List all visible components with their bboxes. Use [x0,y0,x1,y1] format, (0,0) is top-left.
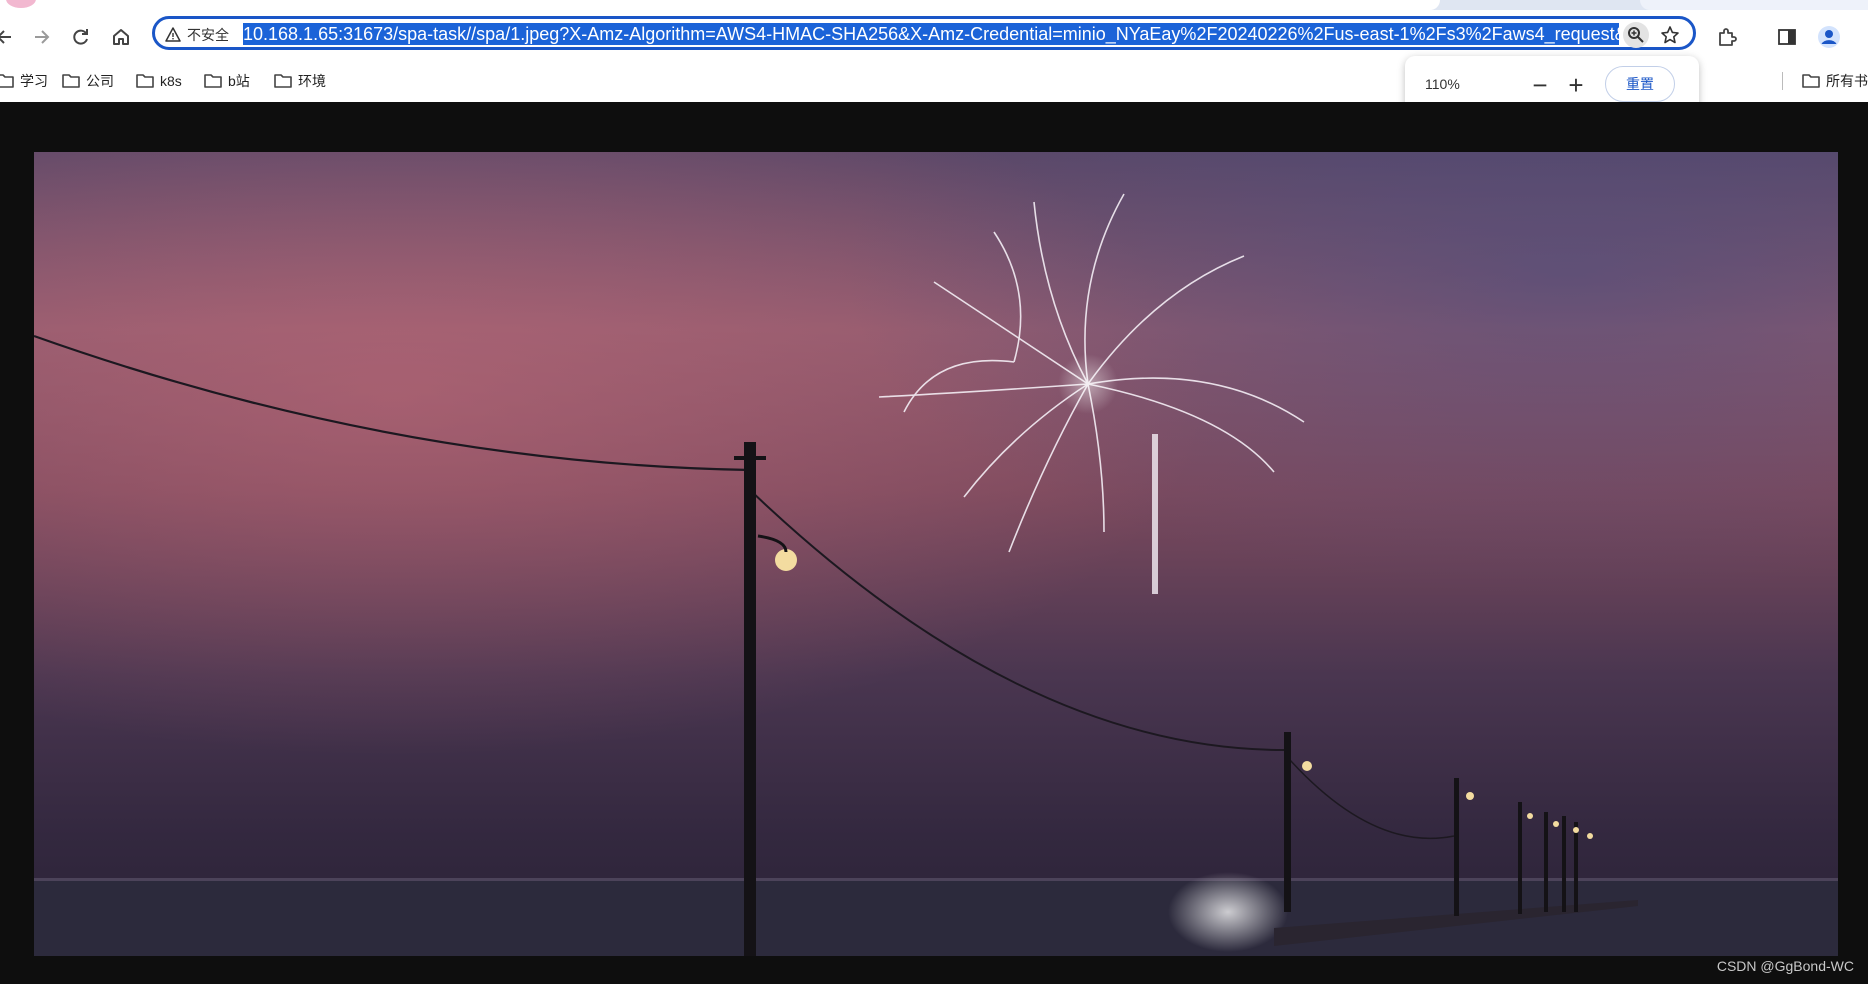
extensions-button[interactable] [1712,22,1742,52]
folder-icon [136,74,154,88]
zoom-in-button[interactable]: + [1561,70,1591,100]
bookmark-folder-4[interactable]: b站 [204,70,250,92]
avatar-icon [1818,26,1840,48]
bookmark-folder-5[interactable]: 环境 [274,70,326,92]
bookmark-label: b站 [228,73,250,89]
minus-icon: − [1532,69,1548,100]
zoom-indicator-button[interactable] [1623,22,1649,48]
home-button[interactable] [106,22,136,52]
arrow-right-icon [35,30,50,44]
active-tab[interactable] [0,0,1440,10]
bookmark-label: 所有书 [1826,73,1868,89]
folder-icon [0,74,14,88]
plus-icon: + [1568,69,1584,100]
inactive-tab[interactable] [1640,0,1868,10]
water-sparkle [1168,872,1288,952]
bookmarks-divider [1782,72,1783,90]
zoom-level: 110% [1425,76,1460,92]
side-panel-button[interactable] [1772,22,1802,52]
lamp-pole [744,442,756,956]
folder-icon [1802,74,1820,88]
address-bar[interactable]: 不安全 10.168.1.65:31673/spa-task//spa/1.jp… [152,16,1696,50]
watermark: CSDN @GgBond-WC [1716,958,1854,974]
street-lamp-light [775,549,797,571]
folder-icon [204,74,222,88]
back-button[interactable] [0,22,20,52]
bookmark-folder-3[interactable]: k8s [136,70,182,92]
reload-icon [73,29,88,45]
bookmark-folder-2[interactable]: 公司 [62,70,114,92]
lamp-pole [1284,732,1291,912]
home-icon [113,29,129,45]
forward-button[interactable] [26,22,56,52]
displayed-image[interactable] [34,152,1838,956]
bookmark-label: 环境 [298,73,326,89]
bookmark-label: k8s [160,73,182,89]
puzzle-icon [1719,28,1737,46]
side-panel-icon [1778,29,1796,45]
security-indicator[interactable]: 不安全 [165,24,229,46]
zoom-reset-button[interactable]: 重置 [1605,66,1675,102]
profile-button[interactable] [1814,22,1844,52]
all-bookmarks-folder[interactable]: 所有书 [1802,70,1868,92]
url-selection: 10.168.1.65:31673/spa-task//spa/1.jpeg?X… [243,23,1619,45]
bookmark-folder-1[interactable]: 学习 [0,70,48,92]
security-label: 不安全 [187,27,229,43]
bookmark-label: 学习 [20,73,48,89]
tab-strip [0,0,1868,10]
reload-button[interactable] [66,22,96,52]
lamp-pole [1454,778,1459,916]
bookmark-star-button[interactable] [1657,22,1683,48]
zoom-in-icon [1628,27,1644,43]
url-text[interactable]: 10.168.1.65:31673/spa-task//spa/1.jpeg?X… [243,22,1619,46]
folder-icon [274,74,292,88]
bookmark-label: 公司 [86,73,114,89]
arrow-left-icon [0,30,11,44]
zoom-out-button[interactable]: − [1525,70,1555,100]
sea [34,878,1838,956]
folder-icon [62,74,80,88]
browser-toolbar: 不安全 10.168.1.65:31673/spa-task//spa/1.jp… [0,10,1868,62]
star-icon [1661,26,1679,44]
warning-icon [165,27,181,42]
